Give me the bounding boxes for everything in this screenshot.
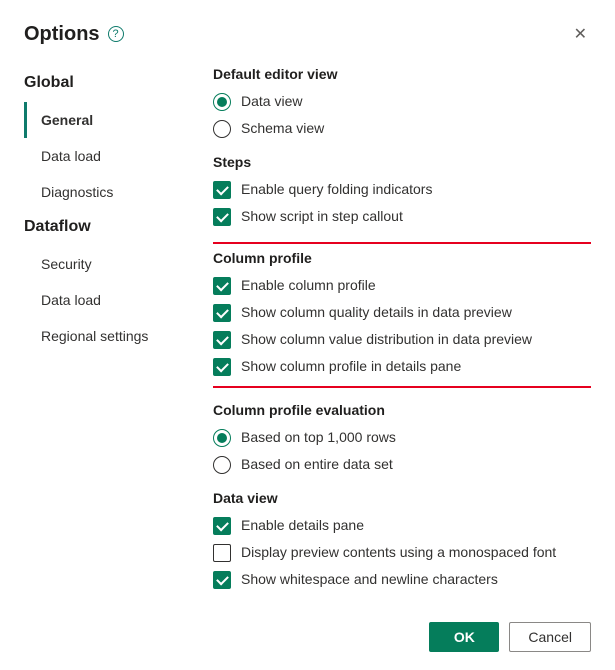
- option-whitespace[interactable]: Show whitespace and newline characters: [213, 568, 591, 591]
- dialog-title: Options: [24, 23, 100, 46]
- option-details-pane[interactable]: Enable details pane: [213, 514, 591, 537]
- radio-icon[interactable]: [213, 120, 231, 138]
- dialog-body: Global General Data load Diagnostics Dat…: [24, 66, 591, 608]
- option-data-view[interactable]: Data view: [213, 90, 591, 113]
- option-entire-dataset[interactable]: Based on entire data set: [213, 453, 591, 476]
- checkbox-icon[interactable]: [213, 208, 231, 226]
- sidebar-item-security[interactable]: Security: [24, 246, 189, 282]
- checkbox-icon[interactable]: [213, 517, 231, 535]
- option-label: Show column profile in details pane: [241, 357, 461, 376]
- close-icon[interactable]: ✕: [570, 20, 591, 48]
- group-title: Default editor view: [213, 66, 591, 82]
- help-icon[interactable]: ?: [108, 26, 124, 42]
- option-label: Show column quality details in data prev…: [241, 303, 512, 322]
- ok-button[interactable]: OK: [429, 622, 499, 652]
- cancel-button[interactable]: Cancel: [509, 622, 591, 652]
- radio-icon[interactable]: [213, 429, 231, 447]
- option-label: Show script in step callout: [241, 207, 403, 226]
- group-column-profile: Column profile Enable column profile Sho…: [213, 250, 587, 378]
- option-query-folding[interactable]: Enable query folding indicators: [213, 178, 591, 201]
- group-data-view: Data view Enable details pane Display pr…: [213, 490, 591, 591]
- option-label: Enable query folding indicators: [241, 180, 432, 199]
- sidebar-item-label: Security: [41, 256, 92, 272]
- checkbox-icon[interactable]: [213, 331, 231, 349]
- sidebar-item-label: Diagnostics: [41, 184, 113, 200]
- checkbox-icon[interactable]: [213, 358, 231, 376]
- group-steps: Steps Enable query folding indicators Sh…: [213, 154, 591, 228]
- option-label: Data view: [241, 92, 302, 111]
- dialog-footer: OK Cancel: [24, 608, 591, 652]
- group-title: Column profile: [213, 250, 587, 266]
- option-label: Show column value distribution in data p…: [241, 330, 532, 349]
- dialog-header: Options ? ✕: [24, 20, 591, 48]
- sidebar-item-label: Data load: [41, 148, 101, 164]
- checkbox-icon[interactable]: [213, 277, 231, 295]
- radio-icon[interactable]: [213, 456, 231, 474]
- content-panel: Default editor view Data view Schema vie…: [213, 66, 591, 608]
- option-label: Enable column profile: [241, 276, 376, 295]
- sidebar-item-label: Regional settings: [41, 328, 148, 344]
- option-top-1000[interactable]: Based on top 1,000 rows: [213, 426, 591, 449]
- checkbox-icon[interactable]: [213, 304, 231, 322]
- option-column-quality[interactable]: Show column quality details in data prev…: [213, 301, 587, 324]
- option-label: Enable details pane: [241, 516, 364, 535]
- group-default-editor-view: Default editor view Data view Schema vie…: [213, 66, 591, 140]
- sidebar-item-label: Data load: [41, 292, 101, 308]
- sidebar-item-diagnostics[interactable]: Diagnostics: [24, 174, 189, 210]
- sidebar-section-global: Global: [24, 74, 189, 92]
- title-wrap: Options ?: [24, 23, 124, 46]
- group-title: Column profile evaluation: [213, 402, 591, 418]
- sidebar-item-label: General: [41, 112, 93, 128]
- radio-icon[interactable]: [213, 93, 231, 111]
- option-column-profile-pane[interactable]: Show column profile in details pane: [213, 355, 587, 378]
- options-dialog: Options ? ✕ Global General Data load Dia…: [0, 0, 615, 670]
- option-label: Schema view: [241, 119, 324, 138]
- sidebar-item-data-load-dataflow[interactable]: Data load: [24, 282, 189, 318]
- sidebar-item-general[interactable]: General: [24, 102, 189, 138]
- checkbox-icon[interactable]: [213, 571, 231, 589]
- group-title: Steps: [213, 154, 591, 170]
- option-enable-column-profile[interactable]: Enable column profile: [213, 274, 587, 297]
- group-column-profile-eval: Column profile evaluation Based on top 1…: [213, 402, 591, 476]
- sidebar-item-regional-settings[interactable]: Regional settings: [24, 318, 189, 354]
- option-label: Show whitespace and newline characters: [241, 570, 498, 589]
- checkbox-icon[interactable]: [213, 544, 231, 562]
- sidebar-item-data-load-global[interactable]: Data load: [24, 138, 189, 174]
- option-column-value-dist[interactable]: Show column value distribution in data p…: [213, 328, 587, 351]
- checkbox-icon[interactable]: [213, 181, 231, 199]
- option-label: Display preview contents using a monospa…: [241, 543, 556, 562]
- option-label: Based on entire data set: [241, 455, 393, 474]
- option-schema-view[interactable]: Schema view: [213, 117, 591, 140]
- option-label: Based on top 1,000 rows: [241, 428, 396, 447]
- group-title: Data view: [213, 490, 591, 506]
- highlight-column-profile: Column profile Enable column profile Sho…: [213, 242, 591, 388]
- sidebar: Global General Data load Diagnostics Dat…: [24, 66, 189, 608]
- option-monospaced[interactable]: Display preview contents using a monospa…: [213, 541, 591, 564]
- option-step-callout[interactable]: Show script in step callout: [213, 205, 591, 228]
- sidebar-section-dataflow: Dataflow: [24, 218, 189, 236]
